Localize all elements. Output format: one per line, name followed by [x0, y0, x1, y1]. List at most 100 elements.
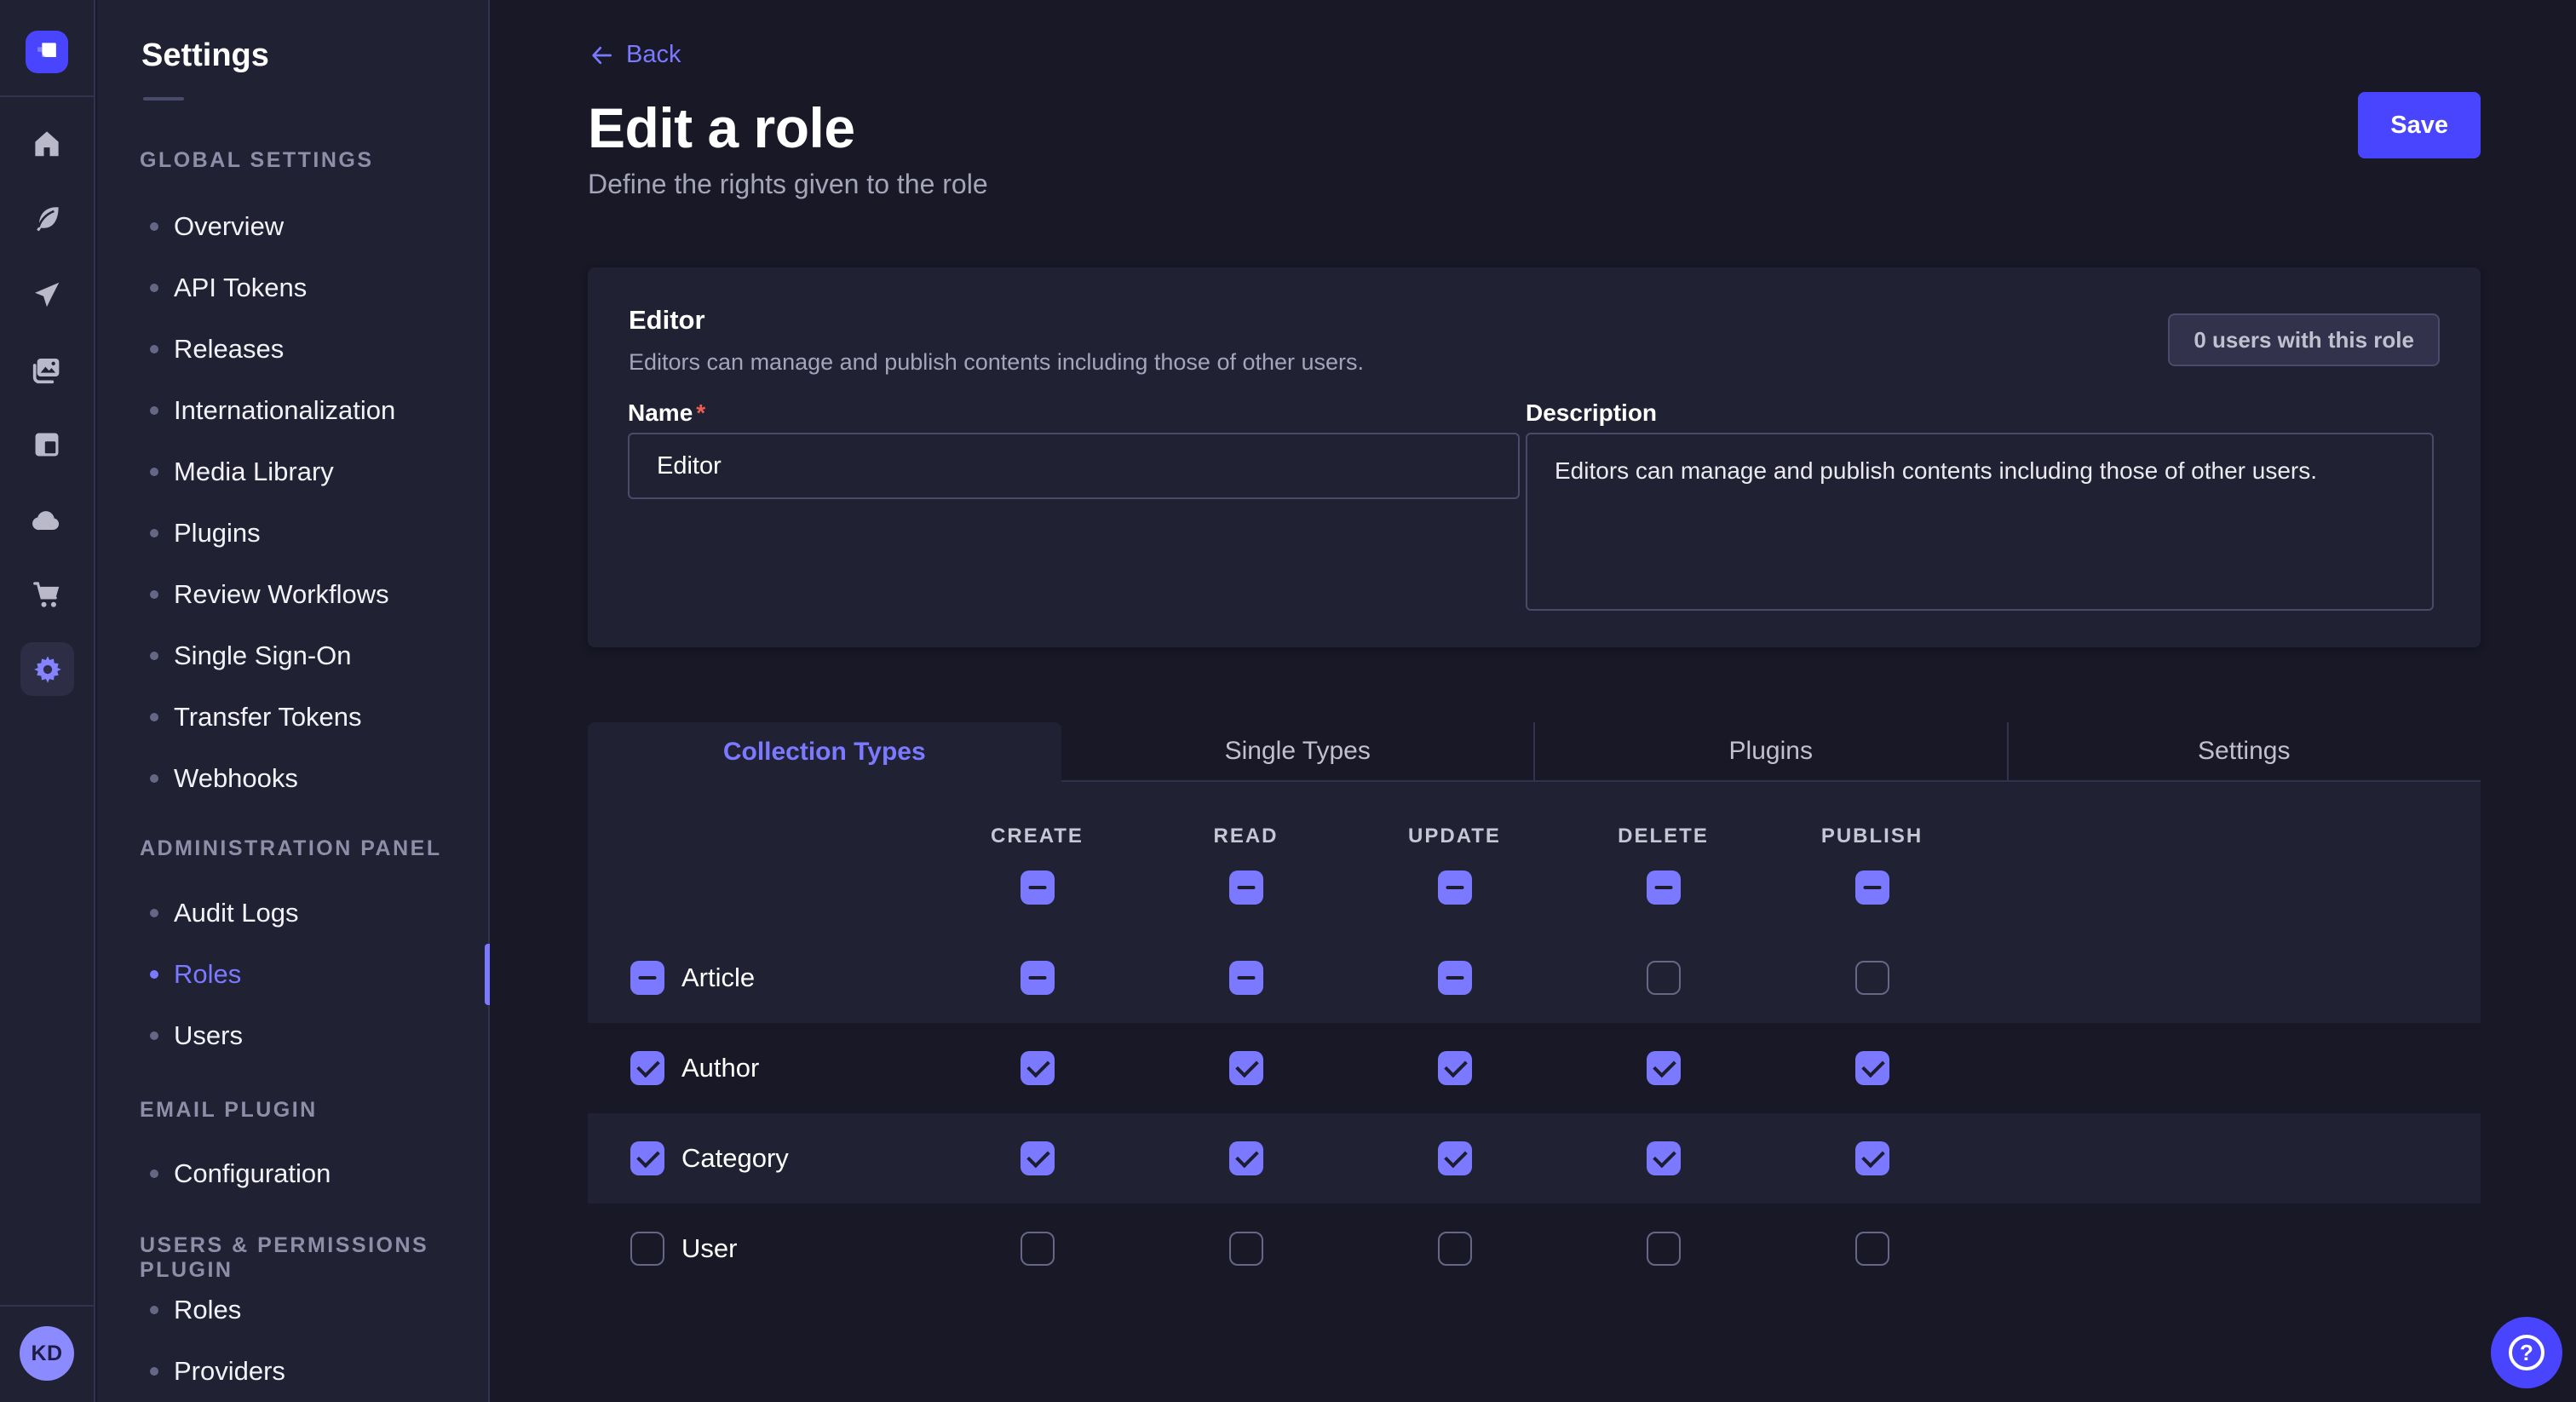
main-content: Back Edit a role Define the rights given…: [491, 0, 2576, 1402]
role-name-input[interactable]: [628, 433, 1520, 499]
bullet-icon: [150, 284, 158, 292]
role-name-heading: Editor: [629, 305, 705, 336]
permission-row-category: Category: [588, 1113, 2481, 1204]
sidebar-item-media-library[interactable]: Media Library: [97, 441, 488, 503]
cell: [1141, 1141, 1350, 1175]
sidebar-item-roles-up[interactable]: Roles: [97, 1279, 488, 1341]
sidebar-item-internationalization[interactable]: Internationalization: [97, 380, 488, 441]
cell: [933, 1051, 1141, 1085]
nav-item-cloud[interactable]: [26, 500, 67, 541]
nav-item-marketplace[interactable]: [26, 574, 67, 615]
users-count-badge[interactable]: 0 users with this role: [2168, 313, 2440, 366]
row-checkbox-user[interactable]: [630, 1232, 664, 1266]
bullet-icon: [150, 222, 158, 231]
role-description-text: Editors can manage and publish contents …: [629, 349, 1364, 376]
column-create: CREATE: [933, 782, 1141, 933]
author-create-checkbox[interactable]: [1021, 1051, 1055, 1085]
sidebar-item-label: Webhooks: [174, 763, 298, 794]
help-button[interactable]: ?: [2491, 1317, 2562, 1388]
select-all-delete-checkbox[interactable]: [1647, 871, 1681, 905]
sidebar-item-label: Internationalization: [174, 395, 395, 426]
page-title: Edit a role: [588, 95, 855, 160]
tab-single-types[interactable]: Single Types: [1061, 722, 1535, 782]
sidebar-item-roles-admin[interactable]: Roles: [97, 944, 488, 1005]
sidebar-item-transfer-tokens[interactable]: Transfer Tokens: [97, 687, 488, 748]
row-checkbox-article[interactable]: [630, 961, 664, 995]
permission-row-author: Author: [588, 1023, 2481, 1113]
article-read-checkbox[interactable]: [1229, 961, 1263, 995]
select-all-create-checkbox[interactable]: [1021, 871, 1055, 905]
sidebar-item-providers[interactable]: Providers: [97, 1341, 488, 1402]
article-delete-checkbox[interactable]: [1647, 961, 1681, 995]
strapi-logo-icon: [30, 35, 64, 69]
category-delete-checkbox[interactable]: [1647, 1141, 1681, 1175]
cell: [1141, 1232, 1350, 1266]
author-read-checkbox[interactable]: [1229, 1051, 1263, 1085]
cell: [933, 1141, 1141, 1175]
sidebar-item-label: Roles: [174, 1295, 241, 1325]
nav-item-settings[interactable]: [20, 642, 74, 696]
article-publish-checkbox[interactable]: [1855, 961, 1889, 995]
bullet-icon: [150, 1367, 158, 1376]
gear-icon: [31, 652, 65, 687]
author-delete-checkbox[interactable]: [1647, 1051, 1681, 1085]
sidebar-item-releases[interactable]: Releases: [97, 319, 488, 380]
category-read-checkbox[interactable]: [1229, 1141, 1263, 1175]
author-publish-checkbox[interactable]: [1855, 1051, 1889, 1085]
select-all-read-checkbox[interactable]: [1229, 871, 1263, 905]
nav-item-media-library[interactable]: [26, 350, 67, 391]
sidebar-item-review-workflows[interactable]: Review Workflows: [97, 564, 488, 625]
nav-item-content-builder[interactable]: [26, 198, 67, 239]
permission-row-user: User: [588, 1204, 2481, 1294]
user-delete-checkbox[interactable]: [1647, 1232, 1681, 1266]
sidebar-item-overview[interactable]: Overview: [97, 196, 488, 257]
row-label-cell: Author: [588, 1051, 933, 1085]
cell: [1768, 1141, 1976, 1175]
user-update-checkbox[interactable]: [1438, 1232, 1472, 1266]
category-create-checkbox[interactable]: [1021, 1141, 1055, 1175]
sidebar-item-label: Configuration: [174, 1158, 331, 1189]
bullet-icon: [150, 1031, 158, 1040]
category-update-checkbox[interactable]: [1438, 1141, 1472, 1175]
description-field-group: Description Editors can manage and publi…: [1526, 399, 2434, 427]
sidebar-item-label: Plugins: [174, 518, 261, 549]
sidebar-item-audit-logs[interactable]: Audit Logs: [97, 882, 488, 944]
tab-settings[interactable]: Settings: [2008, 722, 2481, 782]
category-publish-checkbox[interactable]: [1855, 1141, 1889, 1175]
column-read: READ: [1141, 782, 1350, 933]
column-publish: PUBLISH: [1768, 782, 1976, 933]
required-asterisk: *: [696, 399, 705, 426]
user-avatar[interactable]: KD: [20, 1326, 74, 1381]
global-settings-list: Overview API Tokens Releases Internation…: [97, 196, 488, 809]
sidebar-item-single-sign-on[interactable]: Single Sign-On: [97, 625, 488, 687]
user-read-checkbox[interactable]: [1229, 1232, 1263, 1266]
row-checkbox-category[interactable]: [630, 1141, 664, 1175]
author-update-checkbox[interactable]: [1438, 1051, 1472, 1085]
user-publish-checkbox[interactable]: [1855, 1232, 1889, 1266]
select-all-publish-checkbox[interactable]: [1855, 871, 1889, 905]
sidebar-item-plugins[interactable]: Plugins: [97, 503, 488, 564]
article-create-checkbox[interactable]: [1021, 961, 1055, 995]
role-description-textarea[interactable]: Editors can manage and publish contents …: [1526, 433, 2434, 611]
sidebar-item-users[interactable]: Users: [97, 1005, 488, 1066]
permission-row-article: Article: [588, 933, 2481, 1023]
article-update-checkbox[interactable]: [1438, 961, 1472, 995]
select-all-update-checkbox[interactable]: [1438, 871, 1472, 905]
row-checkbox-author[interactable]: [630, 1051, 664, 1085]
nav-item-home[interactable]: [26, 124, 67, 164]
home-icon: [31, 128, 63, 160]
sidebar-item-configuration[interactable]: Configuration: [97, 1143, 488, 1204]
save-button[interactable]: Save: [2358, 92, 2481, 158]
sidebar-item-api-tokens[interactable]: API Tokens: [97, 257, 488, 319]
tab-plugins[interactable]: Plugins: [1534, 722, 2008, 782]
sidebar-item-label: Roles: [174, 959, 241, 990]
back-link[interactable]: Back: [589, 41, 681, 69]
nav-item-content-manager[interactable]: [26, 424, 67, 465]
strapi-logo[interactable]: [26, 31, 68, 73]
user-create-checkbox[interactable]: [1021, 1232, 1055, 1266]
nav-item-deploy[interactable]: [26, 274, 67, 315]
cell: [1559, 1141, 1768, 1175]
tab-collection-types[interactable]: Collection Types: [588, 722, 1061, 782]
row-label: Author: [681, 1053, 759, 1083]
sidebar-item-webhooks[interactable]: Webhooks: [97, 748, 488, 809]
